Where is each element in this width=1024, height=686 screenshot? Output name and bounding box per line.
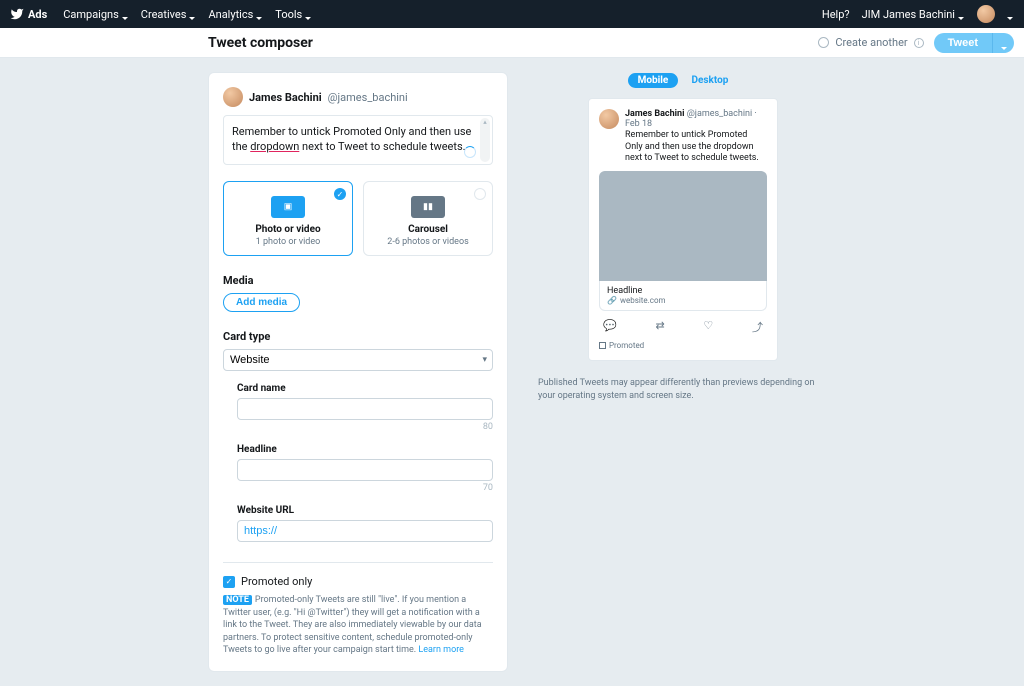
twitter-bird-icon	[10, 7, 24, 21]
top-nav: Ads Campaigns Creatives Analytics Tools …	[0, 0, 1024, 28]
card-type-section: Card type Website ▾ Card name 80 Headlin…	[223, 330, 493, 542]
card-type-label: Card type	[223, 330, 493, 343]
composer-card: James Bachini @james_bachini Remember to…	[208, 72, 508, 672]
website-url-field: Website URL	[237, 505, 493, 542]
nav-analytics[interactable]: Analytics	[208, 8, 263, 21]
brand-label: Ads	[28, 8, 47, 21]
tweet-preview: James Bachini @james_bachini · Feb 18 Re…	[588, 98, 778, 361]
subbar: Tweet composer Create another i Tweet	[0, 28, 1024, 58]
retweet-icon[interactable]: ⇄	[655, 319, 664, 335]
scroll-up-icon: ▴	[480, 118, 490, 128]
preview-body: Remember to untick Promoted Only and the…	[625, 130, 767, 165]
brand-logo[interactable]: Ads	[10, 7, 47, 21]
tab-desktop[interactable]: Desktop	[682, 73, 739, 88]
avatar[interactable]	[977, 5, 995, 23]
preview-disclaimer: Published Tweets may appear differently …	[538, 377, 828, 402]
help-link[interactable]: Help?	[822, 8, 850, 21]
workspace: James Bachini @james_bachini Remember to…	[0, 58, 1024, 686]
chevron-down-icon	[256, 11, 263, 18]
check-badge-icon	[334, 188, 346, 200]
char-count-ring-icon	[464, 146, 476, 158]
type-photo-video[interactable]: ▣ Photo or video 1 photo or video	[223, 181, 353, 256]
card-name-field: Card name 80	[237, 383, 493, 432]
card-name-input[interactable]	[237, 398, 493, 420]
chevron-down-icon	[189, 11, 196, 18]
radio-icon	[474, 188, 486, 200]
avatar	[599, 109, 619, 129]
carousel-thumb-icon: ▮▮	[411, 196, 445, 218]
checkbox-checked-icon: ✓	[223, 576, 235, 588]
headline-field: Headline 70	[237, 444, 493, 493]
photo-thumb-icon: ▣	[271, 196, 305, 218]
reply-icon[interactable]: 💬	[603, 319, 617, 335]
card-type-select[interactable]: Website	[223, 349, 493, 371]
preview-image-placeholder	[599, 171, 767, 281]
radio-icon	[818, 37, 829, 48]
tab-mobile[interactable]: Mobile	[628, 73, 679, 88]
promoted-only-row[interactable]: ✓ Promoted only	[223, 575, 493, 588]
create-another-toggle[interactable]: Create another i	[818, 36, 923, 49]
like-icon[interactable]: ♡	[703, 319, 713, 335]
tweet-textarea[interactable]: Remember to untick Promoted Only and the…	[223, 115, 493, 165]
account-menu[interactable]: JIM James Bachini	[862, 8, 965, 21]
type-carousel[interactable]: ▮▮ Carousel 2-6 photos or videos	[363, 181, 493, 256]
page-title: Tweet composer	[208, 35, 313, 51]
media-type-selector: ▣ Photo or video 1 photo or video ▮▮ Car…	[223, 181, 493, 256]
tweet-button[interactable]: Tweet	[934, 33, 992, 53]
composer-author: James Bachini @james_bachini	[223, 87, 493, 107]
website-url-input[interactable]	[237, 520, 493, 542]
chevron-down-icon	[305, 11, 312, 18]
headline-input[interactable]	[237, 459, 493, 481]
avatar	[223, 87, 243, 107]
add-media-button[interactable]: Add media	[223, 293, 300, 312]
nav-creatives[interactable]: Creatives	[141, 8, 197, 21]
promoted-box-icon	[599, 342, 606, 349]
tweet-actions: 💬 ⇄ ♡ ⤴	[599, 319, 767, 335]
nav-tools[interactable]: Tools	[275, 8, 312, 21]
preview-name: James Bachini	[625, 109, 684, 119]
nav-menu: Campaigns Creatives Analytics Tools	[63, 8, 312, 21]
divider	[223, 562, 493, 563]
link-icon: 🔗	[607, 296, 617, 305]
nav-campaigns[interactable]: Campaigns	[63, 8, 129, 21]
nav-right: Help? JIM James Bachini	[822, 5, 1014, 23]
chevron-down-icon	[958, 11, 965, 18]
learn-more-link[interactable]: Learn more	[418, 645, 464, 655]
preview-tabs: Mobile Desktop	[538, 72, 828, 88]
chevron-down-icon	[122, 11, 129, 18]
chevron-down-icon	[1007, 11, 1014, 18]
tweet-dropdown-button[interactable]	[992, 33, 1014, 53]
author-name: James Bachini	[249, 91, 322, 104]
promoted-badge: Promoted	[599, 341, 767, 350]
promoted-note: NOTEPromoted-only Tweets are still "live…	[223, 594, 493, 657]
chevron-down-icon	[1000, 39, 1007, 46]
tweet-button-group: Tweet	[934, 33, 1014, 53]
preview-link-card: Headline 🔗website.com	[599, 281, 767, 311]
media-section: Media Add media	[223, 274, 493, 312]
media-label: Media	[223, 274, 493, 287]
scrollbar[interactable]: ▴	[480, 118, 490, 162]
author-handle: @james_bachini	[328, 91, 408, 104]
info-icon: i	[914, 38, 924, 48]
share-icon[interactable]: ⤴	[752, 319, 763, 335]
